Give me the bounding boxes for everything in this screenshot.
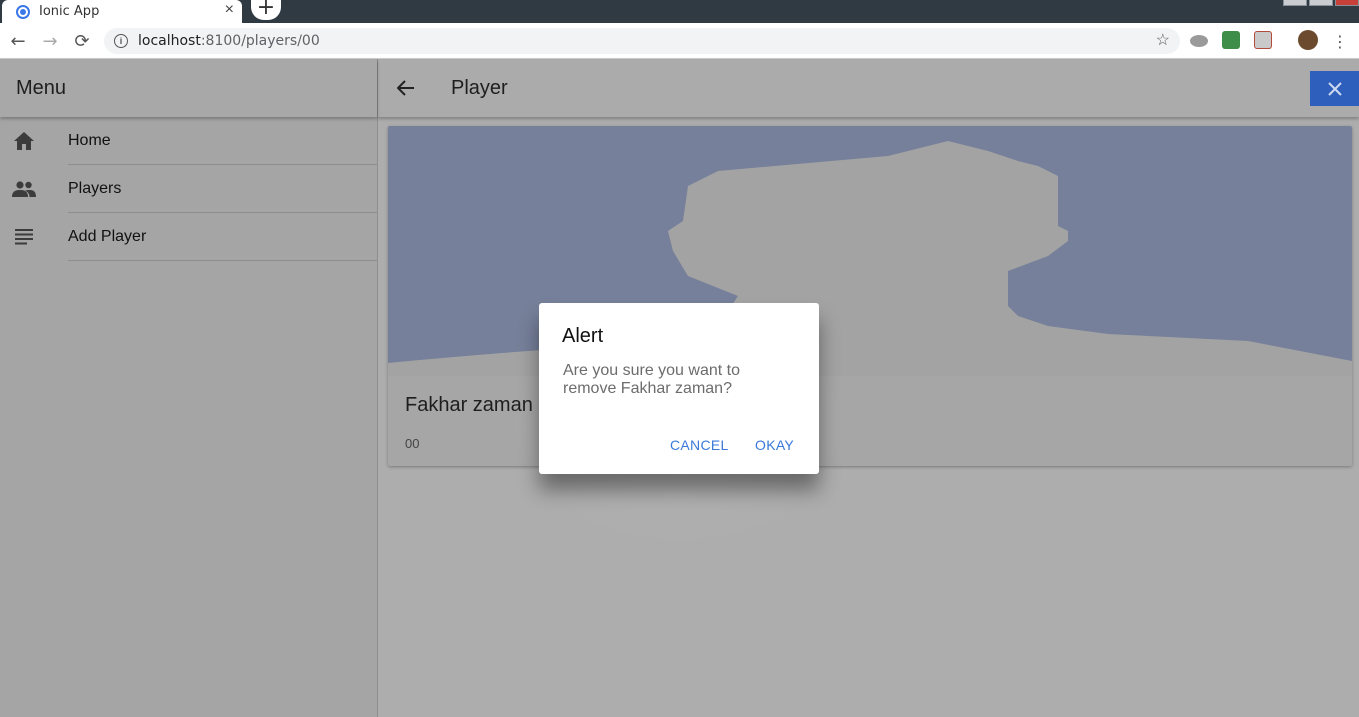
player-number: 00 xyxy=(405,436,420,451)
arrow-back-icon[interactable] xyxy=(378,59,434,117)
browser-menu-icon[interactable]: ⋮ xyxy=(1328,29,1352,53)
page-header: Player xyxy=(378,59,1359,117)
menu-item-label: Players xyxy=(68,165,377,213)
tab-close-icon[interactable]: × xyxy=(225,1,234,19)
reload-button[interactable]: ⟳ xyxy=(70,29,94,53)
alert-dialog: Alert Are you sure you want to remove Fa… xyxy=(539,303,819,474)
menu-title: Menu xyxy=(16,76,67,99)
menu-item-label: Home xyxy=(68,117,377,165)
window-close-icon[interactable] xyxy=(1335,0,1359,6)
browser-toolbar: ← → ⟳ i localhost:8100/players/00 ☆ ⋮ xyxy=(0,23,1359,59)
player-silhouette-image xyxy=(388,126,1352,376)
side-menu: Menu Home Players Add Player xyxy=(0,59,378,717)
menu-item-label: Add Player xyxy=(68,213,377,261)
minimize-icon[interactable] xyxy=(1283,0,1307,6)
close-icon xyxy=(1327,81,1342,96)
home-icon xyxy=(0,132,68,150)
menu-item-home[interactable]: Home xyxy=(0,117,377,165)
menu-item-players[interactable]: Players xyxy=(0,165,377,213)
menu-list: Home Players Add Player xyxy=(0,117,377,261)
extension-icon[interactable] xyxy=(1190,35,1208,47)
alert-title: Alert xyxy=(562,325,604,347)
tab-title: Ionic App xyxy=(39,4,100,19)
menu-item-add-player[interactable]: Add Player xyxy=(0,213,377,261)
extension-db-icon[interactable] xyxy=(1222,31,1240,49)
close-button[interactable] xyxy=(1310,71,1359,106)
back-nav-button[interactable]: ← xyxy=(6,29,30,53)
address-bar[interactable]: i localhost:8100/players/00 ☆ xyxy=(104,28,1180,54)
profile-avatar[interactable] xyxy=(1298,30,1318,50)
bookmark-star-icon[interactable]: ☆ xyxy=(1156,30,1170,50)
forward-nav-button[interactable]: → xyxy=(38,29,62,53)
alert-message: Are you sure you want to remove Fakhar z… xyxy=(563,362,740,397)
url-text[interactable]: localhost:8100/players/00 xyxy=(138,33,320,49)
new-tab-button[interactable]: + xyxy=(251,0,281,20)
favicon-icon xyxy=(16,4,30,19)
okay-button[interactable]: OKAY xyxy=(755,437,794,453)
browser-tabstrip: Ionic App × + xyxy=(0,0,1359,23)
window-controls xyxy=(1283,0,1359,6)
browser-tab[interactable]: Ionic App × xyxy=(2,0,242,23)
page-title: Player xyxy=(451,76,508,99)
info-icon[interactable]: i xyxy=(114,34,128,48)
people-icon xyxy=(0,181,68,197)
maximize-icon[interactable] xyxy=(1309,0,1333,6)
cancel-button[interactable]: CANCEL xyxy=(670,437,729,453)
menu-header: Menu xyxy=(0,59,377,117)
list-icon xyxy=(0,229,68,245)
extension-pdf-icon[interactable] xyxy=(1254,31,1272,49)
